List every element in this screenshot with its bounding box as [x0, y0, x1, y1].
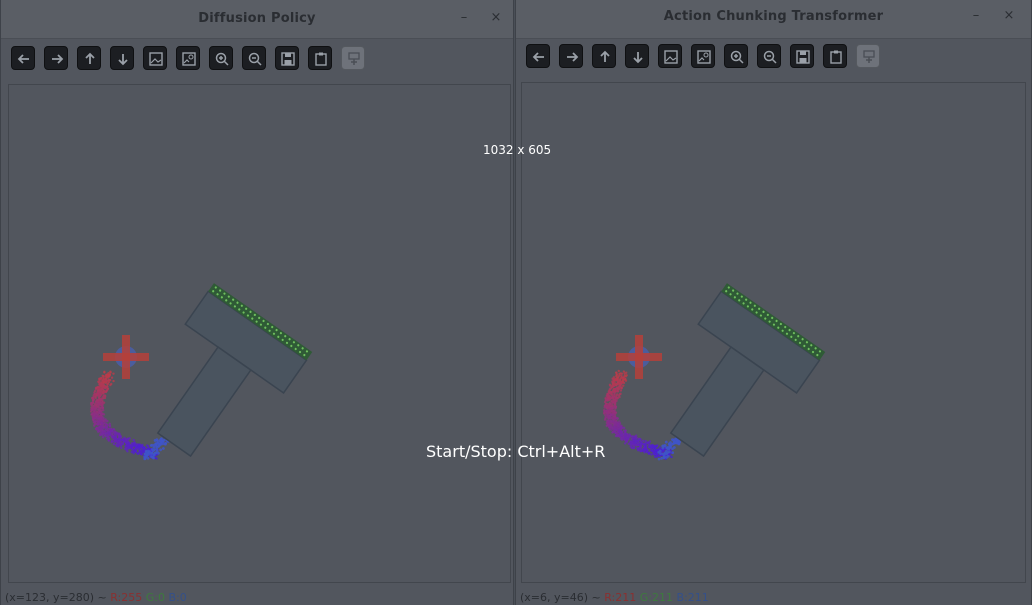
pixel-status-bar: (x=123, y=280) ~ R:255 G:0 B:0 — [5, 591, 187, 605]
recording-dimensions-label: 1032 x 605 — [483, 143, 552, 157]
image-button[interactable] — [658, 44, 682, 68]
zoom-in-button[interactable] — [724, 44, 748, 68]
clipboard-button[interactable] — [823, 44, 847, 68]
arrow-up-icon — [85, 52, 95, 64]
arrow-right-icon — [567, 52, 579, 62]
window-titlebar[interactable]: Diffusion Policy – × — [1, 0, 513, 39]
arrow-down-icon — [118, 54, 128, 66]
arrow-left-icon — [17, 54, 29, 64]
minimize-button[interactable]: – — [967, 7, 985, 25]
zoom-out-icon — [763, 50, 777, 64]
zoom-in-button[interactable] — [209, 46, 233, 70]
target-marker — [616, 335, 662, 379]
image-icon — [149, 52, 163, 66]
recording-hint-label: Start/Stop: Ctrl+Alt+R — [426, 442, 606, 461]
arrow-up-button[interactable] — [77, 46, 101, 70]
image-settings-icon — [697, 50, 711, 64]
blue-value: B:211 — [676, 591, 709, 604]
clipboard-icon — [315, 52, 327, 66]
zoom-in-icon — [730, 50, 744, 64]
image-settings-icon — [182, 52, 196, 66]
trajectory-trail — [89, 370, 171, 461]
arrow-left-button[interactable] — [526, 44, 550, 68]
act-window: Action Chunking Transformer – × (x=6, y=… — [515, 0, 1032, 605]
t-block-stem — [669, 346, 765, 458]
properties-icon — [348, 52, 360, 65]
diffusion-policy-window: Diffusion Policy – × (x=123, y=280) ~ R:… — [0, 0, 514, 605]
red-value: R:255 — [110, 591, 143, 604]
properties-button[interactable] — [856, 44, 880, 68]
image-canvas[interactable] — [8, 84, 511, 583]
arrow-left-icon — [532, 52, 544, 62]
save-button[interactable] — [790, 44, 814, 68]
window-titlebar[interactable]: Action Chunking Transformer – × — [516, 0, 1031, 39]
zoom-out-button[interactable] — [757, 44, 781, 68]
properties-icon — [863, 50, 875, 63]
properties-button[interactable] — [341, 46, 365, 70]
window-title: Action Chunking Transformer — [663, 9, 884, 24]
arrow-right-icon — [52, 54, 64, 64]
save-icon — [281, 52, 295, 66]
arrow-down-icon — [633, 52, 643, 64]
arrow-right-button[interactable] — [44, 46, 68, 70]
arrow-right-button[interactable] — [559, 44, 583, 68]
green-value: G:211 — [639, 591, 673, 604]
image-settings-button[interactable] — [176, 46, 200, 70]
arrow-left-button[interactable] — [11, 46, 35, 70]
close-button[interactable]: × — [487, 9, 505, 27]
pusht-scene — [602, 283, 826, 461]
image-button[interactable] — [143, 46, 167, 70]
trajectory-trail — [602, 369, 687, 461]
pixel-status-bar: (x=6, y=46) ~ R:211 G:211 B:211 — [520, 591, 709, 605]
blue-value: B:0 — [168, 591, 187, 604]
arrow-up-icon — [600, 50, 610, 62]
green-value: G:0 — [145, 591, 165, 604]
cursor-coords: (x=123, y=280) ~ — [5, 591, 111, 604]
arrow-down-button[interactable] — [625, 44, 649, 68]
arrow-up-button[interactable] — [592, 44, 616, 68]
image-canvas[interactable] — [521, 82, 1026, 583]
zoom-in-icon — [215, 52, 229, 66]
t-block-stem — [156, 346, 252, 458]
arrow-down-button[interactable] — [110, 46, 134, 70]
image-icon — [664, 50, 678, 64]
red-value: R:211 — [604, 591, 637, 604]
close-button[interactable]: × — [1000, 7, 1018, 25]
save-icon — [796, 50, 810, 64]
minimize-button[interactable]: – — [455, 9, 473, 27]
image-settings-button[interactable] — [691, 44, 715, 68]
clipboard-button[interactable] — [308, 46, 332, 70]
save-button[interactable] — [275, 46, 299, 70]
zoom-out-button[interactable] — [242, 46, 266, 70]
pusht-scene — [89, 283, 313, 461]
clipboard-icon — [830, 50, 842, 64]
zoom-out-icon — [248, 52, 262, 66]
window-title: Diffusion Policy — [198, 11, 316, 26]
cursor-coords: (x=6, y=46) ~ — [520, 591, 605, 604]
